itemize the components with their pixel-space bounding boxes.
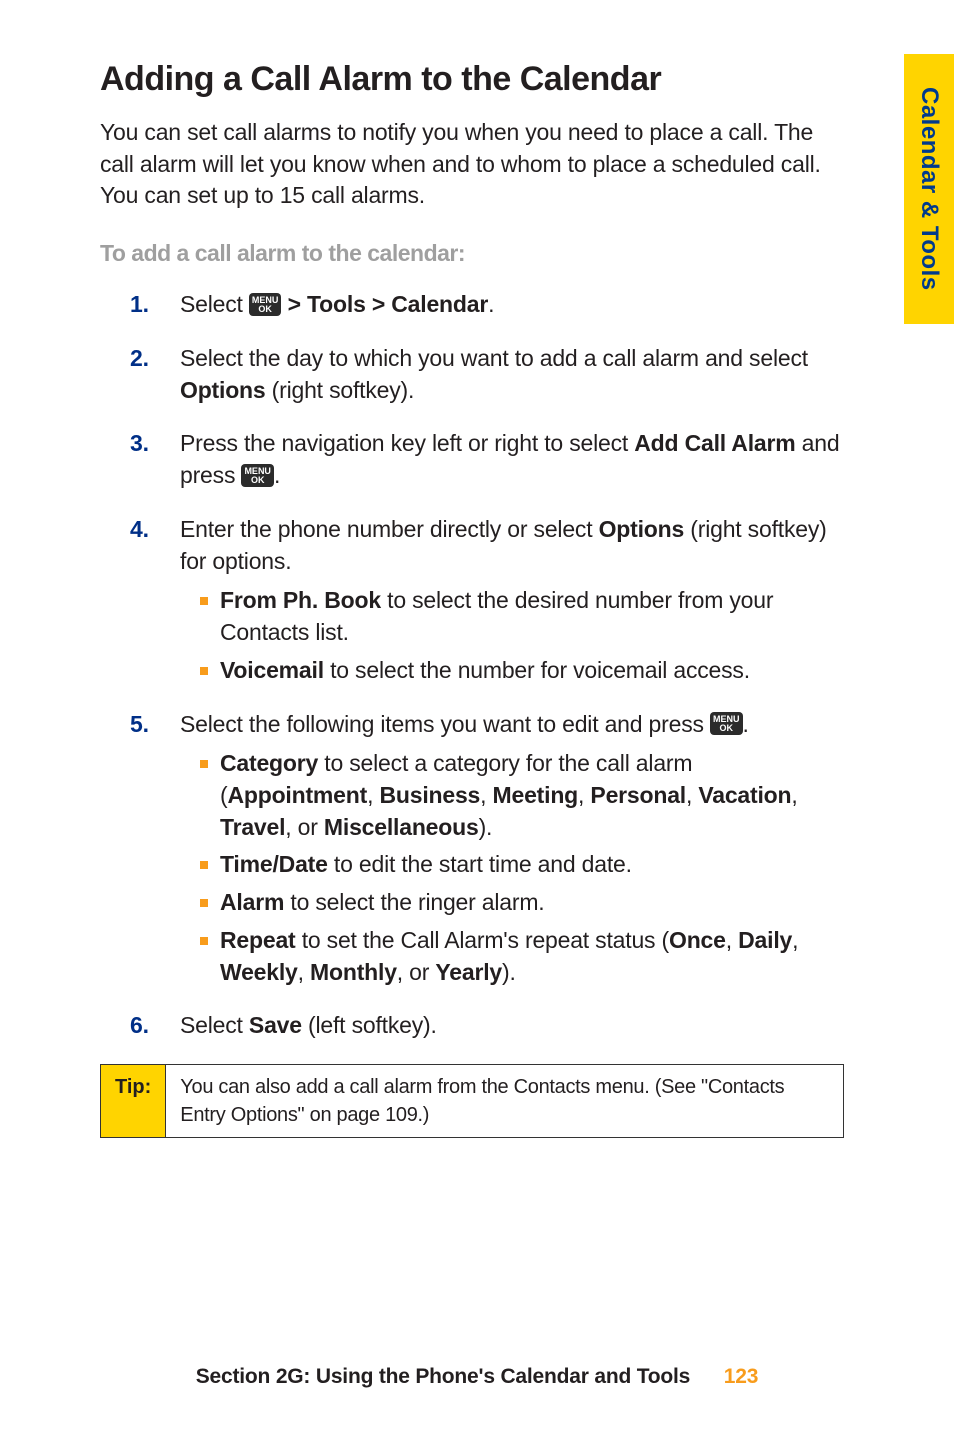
- step-1-trail: .: [488, 291, 494, 317]
- step-5-sub-c: Alarm to select the ringer alarm.: [180, 887, 844, 919]
- step-1: Select MENUOK > Tools > Calendar.: [130, 289, 844, 321]
- alarm-label: Alarm: [220, 889, 284, 915]
- step-5-trail: .: [743, 711, 749, 737]
- step-5: Select the following items you want to e…: [130, 709, 844, 989]
- step-5-text-a: Select the following items you want to e…: [180, 711, 710, 737]
- page-number: 123: [724, 1365, 758, 1388]
- step-3-text-a: Press the navigation key left or right t…: [180, 430, 634, 456]
- category-label: Category: [220, 750, 318, 776]
- options-label: Options: [599, 516, 684, 542]
- step-2-text-a: Select the day to which you want to add …: [180, 345, 808, 371]
- step-1-path: > Tools > Calendar: [281, 291, 488, 317]
- step-4-text-a: Enter the phone number directly or selec…: [180, 516, 599, 542]
- step-4-sub-b: Voicemail to select the number for voice…: [180, 655, 844, 687]
- step-5-sub-b: Time/Date to edit the start time and dat…: [180, 849, 844, 881]
- step-4-sublist: From Ph. Book to select the desired numb…: [180, 585, 844, 686]
- page-title: Adding a Call Alarm to the Calendar: [100, 60, 844, 99]
- step-2: Select the day to which you want to add …: [130, 343, 844, 406]
- step-3-trail: .: [274, 462, 280, 488]
- tip-label: Tip:: [101, 1065, 166, 1137]
- time-date-label: Time/Date: [220, 851, 328, 877]
- step-5-sub-d: Repeat to set the Call Alarm's repeat st…: [180, 925, 844, 988]
- step-6-text-b: (left softkey).: [302, 1012, 437, 1038]
- repeat-label: Repeat: [220, 927, 296, 953]
- page-content: Adding a Call Alarm to the Calendar You …: [0, 0, 954, 1138]
- tip-box: Tip: You can also add a call alarm from …: [100, 1064, 844, 1138]
- step-6-text-a: Select: [180, 1012, 249, 1038]
- menu-ok-icon: MENUOK: [710, 712, 743, 735]
- add-call-alarm-label: Add Call Alarm: [634, 430, 795, 456]
- step-2-text-b: (right softkey).: [265, 377, 414, 403]
- menu-ok-icon: MENUOK: [249, 293, 282, 316]
- step-6: Select Save (left softkey).: [130, 1010, 844, 1042]
- step-5-sublist: Category to select a category for the ca…: [180, 748, 844, 988]
- footer-section: Section 2G: Using the Phone's Calendar a…: [196, 1365, 690, 1388]
- step-4: Enter the phone number directly or selec…: [130, 514, 844, 687]
- step-4-sub-b-rest: to select the number for voicemail acces…: [324, 657, 750, 683]
- voicemail-label: Voicemail: [220, 657, 324, 683]
- steps-list: Select MENUOK > Tools > Calendar. Select…: [100, 289, 844, 1042]
- side-tab: Calendar & Tools: [904, 54, 954, 324]
- side-tab-label: Calendar & Tools: [915, 87, 943, 291]
- menu-ok-icon: MENUOK: [241, 464, 274, 487]
- step-5-sub-a: Category to select a category for the ca…: [180, 748, 844, 843]
- tip-text: You can also add a call alarm from the C…: [166, 1065, 843, 1137]
- step-1-prefix: Select: [180, 291, 249, 317]
- step-3: Press the navigation key left or right t…: [130, 428, 844, 491]
- intro-paragraph: You can set call alarms to notify you wh…: [100, 117, 844, 212]
- options-label: Options: [180, 377, 265, 403]
- subheading: To add a call alarm to the calendar:: [100, 240, 844, 267]
- save-label: Save: [249, 1012, 302, 1038]
- step-4-sub-a: From Ph. Book to select the desired numb…: [180, 585, 844, 648]
- page-footer: Section 2G: Using the Phone's Calendar a…: [0, 1365, 954, 1389]
- from-ph-book-label: From Ph. Book: [220, 587, 381, 613]
